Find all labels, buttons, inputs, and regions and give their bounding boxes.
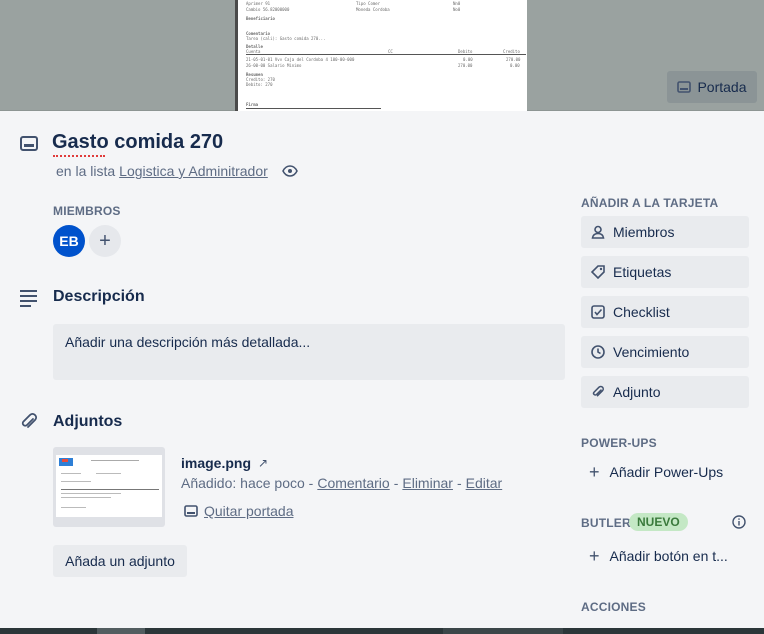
cover-doc-text: Tipo Comer [356,1,381,6]
cover-doc-text: 21-05-01-01 Vvv Caja del Cordoba 4 100-0… [246,57,355,62]
card-cover: Aprimer 91 Tipo Comer Nn0 Cambio 56.8200… [0,0,764,111]
cover-doc-text: 270.00 [458,63,473,68]
members-button[interactable]: Miembros [581,216,749,248]
checklist-button-label: Checklist [613,304,670,320]
add-powerups-label: Añadir Power-Ups [609,464,724,480]
cover-doc-text: Nn0 [453,1,461,6]
info-icon[interactable] [729,512,749,532]
preview-line [96,473,121,474]
card-list-info: en la lista Logistica y Adminitrador [56,163,298,179]
cover-doc-text: Debito: 270 [246,82,273,87]
due-date-button[interactable]: Vencimiento [581,336,749,368]
add-attachment-button[interactable]: Añada un adjunto [53,545,187,577]
cover-doc-text: 270.00 [506,57,521,62]
preview-line [61,489,159,490]
attachment-added-text: Añadido: hace poco - [181,475,314,491]
butler-label: BUTLER [581,516,631,530]
card-icon [20,136,38,151]
preview-line [91,460,139,461]
plus-icon: + [589,546,600,566]
tag-icon [591,265,605,279]
cover-doc-rule [246,108,381,109]
cover-image: Aprimer 91 Tipo Comer Nn0 Cambio 56.8200… [235,0,527,111]
comment-link[interactable]: Comentario [317,475,389,491]
bottom-bar-segment [97,628,145,634]
cover-doc-text: No0 [453,7,461,12]
new-badge: NUEVO [629,513,688,531]
card-icon [184,505,198,517]
remove-cover-link[interactable]: Quitar portada [184,503,294,519]
description-field[interactable]: Añadir una descripción más detallada... [53,324,565,380]
preview-line [61,497,111,498]
preview-line [61,473,81,474]
cover-doc-text: Tarea (cali): Gasto comida 270... [246,36,326,41]
bottom-bar [0,628,764,634]
add-powerups-button[interactable]: + Añadir Power-Ups [589,463,723,481]
add-butler-button[interactable]: + Añadir botón en t... [589,547,728,565]
cover-doc-text: Cambio 56.82000000 [246,7,290,12]
list-prefix: en la lista [56,163,116,179]
labels-button[interactable]: Etiquetas [581,256,749,288]
spellcheck-underline [53,155,105,157]
list-link[interactable]: Logistica y Adminitrador [119,163,268,179]
person-icon [591,225,605,239]
paperclip-icon [592,385,604,397]
eye-icon[interactable] [281,163,298,179]
add-butler-label: Añadir botón en t... [609,548,728,564]
cover-button-label: Portada [697,79,747,95]
preview-line [61,481,91,482]
actions-label: ACCIONES [581,600,646,614]
checkbox-icon [591,305,605,319]
card-title[interactable]: Gasto comida 270 [52,131,223,154]
due-date-button-label: Vencimiento [613,344,690,360]
cover-doc-text: Firma [246,102,259,107]
edit-link[interactable]: Editar [466,475,503,491]
preview-logo-accent [62,459,68,462]
remove-cover-label: Quitar portada [204,503,294,519]
cover-doc-text: Aprimer 91 [246,1,271,6]
cover-doc-text: Beneficiario [246,16,275,21]
delete-link[interactable]: Eliminar [402,475,453,491]
attachment-meta: Añadido: hace poco - Comentario - Elimin… [181,475,502,491]
powerups-label: POWER-UPS [581,436,657,450]
clock-icon [591,345,605,359]
preview-line [61,507,86,508]
cover-doc-text: 0.00 [510,63,520,68]
add-member-button[interactable]: + [89,225,121,257]
attachment-file-name[interactable]: image.png [181,455,251,471]
separator: - [456,475,462,491]
members-button-label: Miembros [613,224,675,240]
attachment-thumbnail[interactable] [53,447,165,527]
plus-icon: + [589,462,600,482]
cover-doc-text: 0.00 [463,57,473,62]
separator: - [393,475,399,491]
card-icon [677,81,692,93]
attachment-preview [56,455,162,517]
paperclip-icon [21,412,38,428]
avatar[interactable]: EB [53,225,85,257]
cover-doc-text: Moneda Cordoba [356,7,390,12]
members-label: MIEMBROS [53,204,121,218]
cover-button[interactable]: Portada [667,71,757,103]
description-title: Descripción [53,288,145,305]
attachment-button-label: Adjunto [613,384,661,400]
checklist-button[interactable]: Checklist [581,296,749,328]
add-to-card-label: AÑADIR A LA TARJETA [581,196,719,210]
cover-doc-text: 26-00-00 Salario Minimo [246,63,302,68]
bottom-bar-segment [443,628,563,634]
open-external-icon[interactable]: ↗ [258,456,268,470]
labels-button-label: Etiquetas [613,264,672,280]
cover-doc-rule [246,54,526,55]
attachment-button[interactable]: Adjunto [581,376,749,408]
attachments-title: Adjuntos [53,413,123,430]
description-icon [20,290,37,307]
preview-line [61,493,121,494]
